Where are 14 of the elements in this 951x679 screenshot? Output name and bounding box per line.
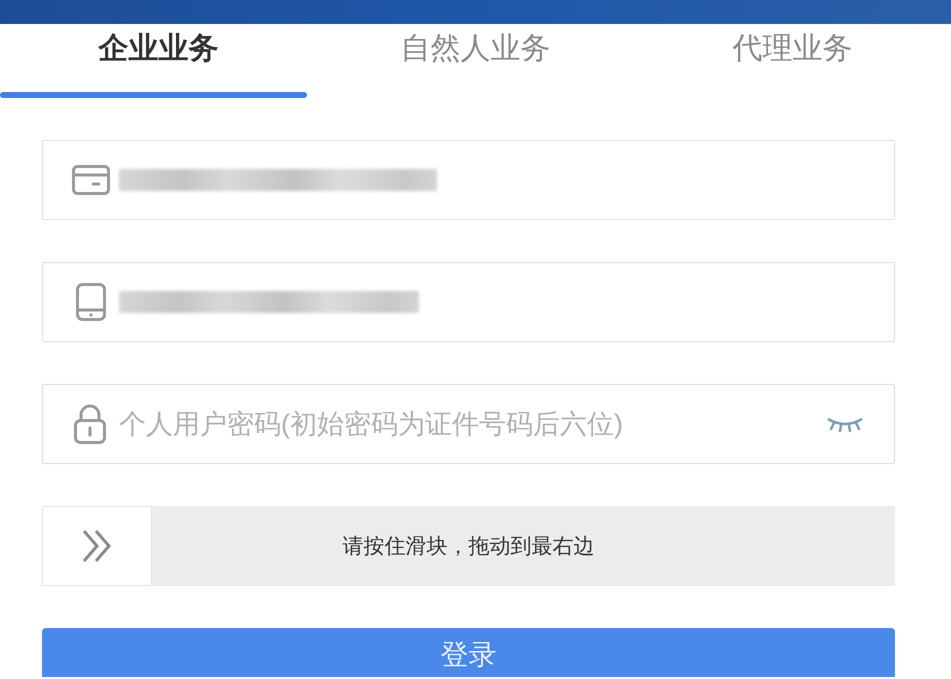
lock-icon [74, 404, 106, 444]
double-chevron-icon [81, 529, 113, 563]
eye-closed-icon[interactable] [826, 416, 864, 432]
slider-handle[interactable] [42, 506, 152, 586]
password-field[interactable]: 个人用户密码(初始密码为证件号码后六位) [42, 384, 895, 464]
login-button[interactable]: 登录 [42, 628, 895, 677]
tab[interactable]: 企业业务 [0, 24, 317, 98]
id-number-field[interactable] [42, 140, 895, 220]
slider-hint: 请按住滑块，拖动到最右边 [342, 534, 594, 560]
phone-field[interactable] [42, 262, 895, 342]
tab[interactable]: 代理业务 [634, 24, 951, 98]
card-icon [72, 165, 110, 195]
phone-icon [76, 283, 106, 321]
tab[interactable]: 自然人业务 [317, 24, 634, 98]
